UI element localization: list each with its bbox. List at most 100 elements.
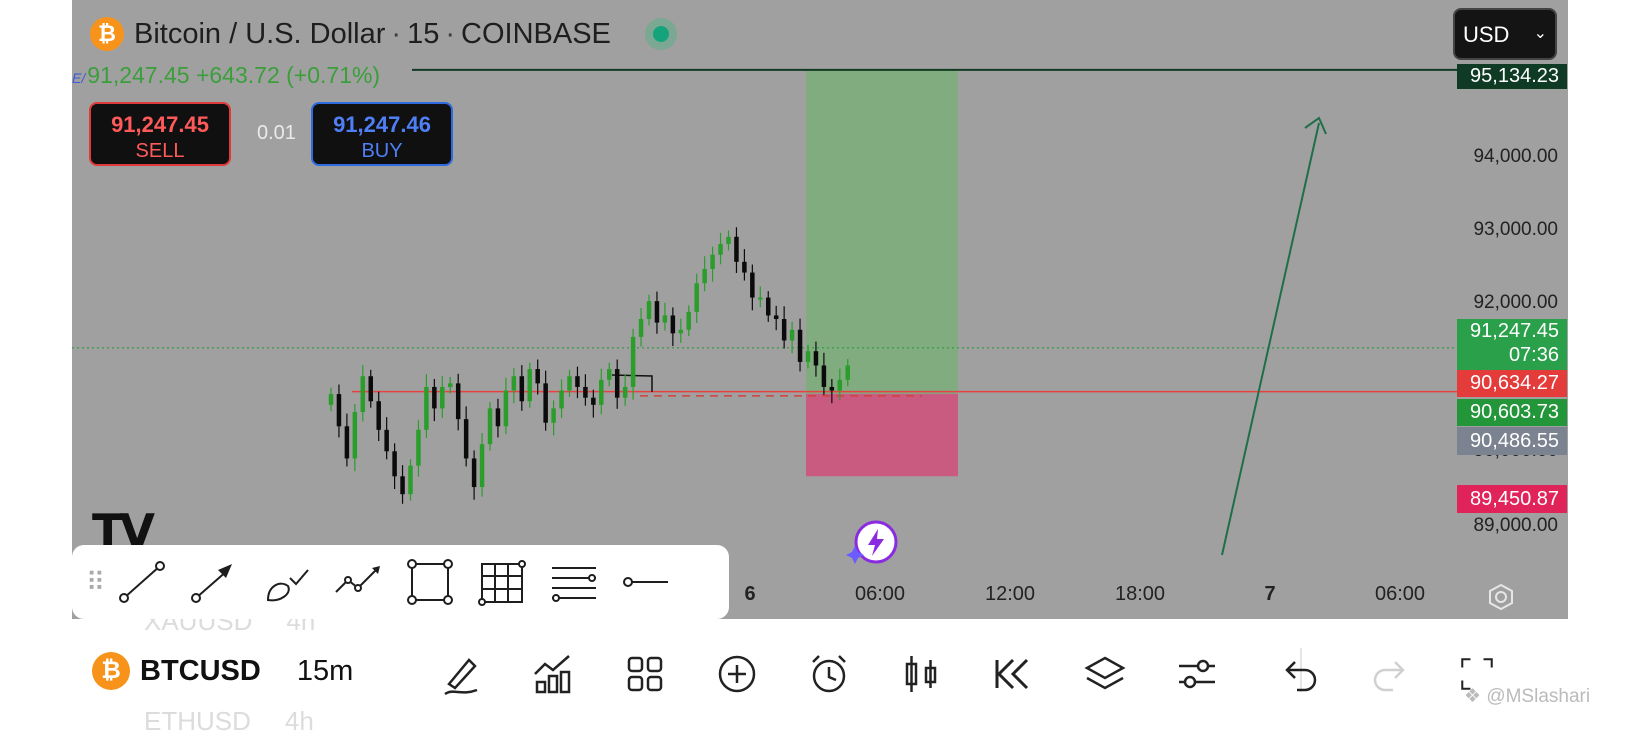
candle-body: [368, 376, 373, 402]
alert-icon[interactable]: [801, 646, 857, 702]
candle-body: [750, 272, 755, 298]
bitcoin-logo-icon: ₿: [90, 17, 124, 51]
candle-body: [400, 476, 405, 495]
draw-icon[interactable]: [433, 646, 489, 702]
horizontal-ray-icon[interactable]: [610, 552, 682, 612]
candle-body: [455, 383, 461, 420]
candle-body: [543, 383, 548, 423]
candle-body: [670, 315, 676, 334]
candle-body: [694, 283, 699, 312]
time-tick: 06:00: [1374, 583, 1426, 605]
candle-body: [527, 369, 532, 402]
candle-body: [718, 243, 723, 255]
candle-body: [448, 383, 453, 387]
bar-countdown: 07:36: [1508, 344, 1559, 366]
sell-button[interactable]: 91,247.45 SELL: [89, 102, 231, 166]
time-tick: 12:00: [984, 583, 1036, 605]
candle-body: [376, 401, 381, 430]
candle-body: [463, 419, 469, 459]
candle-body: [686, 311, 691, 330]
candle-body: [734, 236, 739, 262]
loss-zone: [806, 393, 958, 477]
price-tick: 93,000.00: [1473, 219, 1558, 240]
symbol-description: Bitcoin / U.S. Dollar: [134, 17, 386, 50]
buy-button[interactable]: 91,247.46 BUY: [311, 102, 453, 166]
chart-area[interactable]: ₿ Bitcoin / U.S. Dollar · 15 · COINBASE E/91…: [72, 0, 1568, 619]
candle-body: [742, 261, 747, 273]
candle-body: [424, 386, 429, 430]
candle-body: [630, 336, 636, 387]
watchlist-item-active[interactable]: ₿ BTCUSD 15m: [92, 652, 353, 690]
candle-body: [607, 369, 612, 380]
add-icon[interactable]: [709, 646, 765, 702]
candle-body: [773, 315, 779, 320]
watchlist-item-below[interactable]: ETHUSD 4h: [144, 706, 314, 737]
parallel-lines-icon[interactable]: [538, 552, 610, 612]
candle-body: [813, 351, 819, 366]
candle-body: [519, 376, 525, 402]
candle-body: [344, 426, 350, 459]
lot-size[interactable]: 0.01: [257, 122, 296, 145]
last-price: 91,247.45: [87, 62, 190, 88]
time-tick: 06:00: [854, 583, 906, 605]
drawing-toolbar: ⠿: [72, 545, 729, 619]
redo-icon[interactable]: [1363, 646, 1419, 702]
interval-label: 15: [407, 17, 440, 50]
candle-body: [726, 236, 731, 244]
undo-icon[interactable]: [1271, 646, 1327, 702]
profit-zone: [806, 69, 958, 394]
candle-body: [710, 254, 715, 269]
trend-line-icon[interactable]: [106, 552, 178, 612]
replay-icon[interactable]: [985, 646, 1041, 702]
price-tick: 89,000.00: [1473, 515, 1558, 536]
candle-body: [384, 429, 389, 452]
time-tick: 18:00: [1114, 583, 1166, 605]
candle-body: [495, 408, 501, 427]
rectangle-icon[interactable]: [394, 552, 466, 612]
candle-body: [766, 297, 771, 316]
candle-body: [575, 376, 580, 387]
candle-body: [781, 319, 787, 341]
drag-handle-icon[interactable]: ⠿: [86, 567, 106, 598]
candle-body: [614, 369, 620, 398]
candle-body: [758, 297, 763, 300]
chart-canvas[interactable]: [72, 0, 1568, 619]
settings-icon[interactable]: [1169, 646, 1225, 702]
layers-icon[interactable]: [1077, 646, 1133, 702]
candle-body: [654, 301, 660, 323]
candle-body: [487, 408, 493, 445]
neutral-price-label: 90,486.55: [1457, 427, 1567, 455]
indicators-icon[interactable]: [525, 646, 581, 702]
candle-body: [567, 376, 572, 391]
candle-body: [328, 394, 334, 405]
brush-icon[interactable]: [250, 552, 322, 612]
candle-body: [599, 379, 604, 405]
arrow-drawing: [1221, 122, 1320, 556]
candle-body: [432, 386, 437, 409]
target-price-label: 95,134.23: [1457, 64, 1567, 89]
entry-price-label: 90,603.73: [1457, 399, 1567, 426]
candle-body: [805, 351, 811, 362]
candle-body: [646, 301, 652, 320]
grid-icon[interactable]: [466, 552, 538, 612]
arrow-line-icon[interactable]: [178, 552, 250, 612]
symbol-title: Bitcoin / U.S. Dollar · 15 · COINBASE: [134, 17, 611, 50]
price-change-pct: (+0.71%): [286, 62, 381, 88]
candle-body: [479, 444, 485, 488]
stop-price-label: 89,450.87: [1457, 485, 1567, 513]
candle-body: [845, 365, 850, 380]
chart-type-icon[interactable]: [893, 646, 949, 702]
candle-body: [360, 376, 366, 412]
currency-select[interactable]: USD ⌄: [1453, 8, 1557, 60]
chart-settings-icon[interactable]: [1486, 582, 1516, 612]
candle-body: [591, 397, 596, 405]
candle-body: [336, 394, 342, 427]
candle-body: [440, 386, 445, 409]
candle-body: [535, 369, 540, 384]
ai-assistant-icon[interactable]: [842, 520, 902, 566]
price-tick: 92,000.00: [1473, 292, 1558, 313]
path-icon[interactable]: [322, 552, 394, 612]
watermark: ❖ @MSlashari: [1464, 686, 1591, 707]
symbol-header[interactable]: ₿ Bitcoin / U.S. Dollar · 15 · COINBASE: [90, 14, 677, 54]
templates-icon[interactable]: [617, 646, 673, 702]
